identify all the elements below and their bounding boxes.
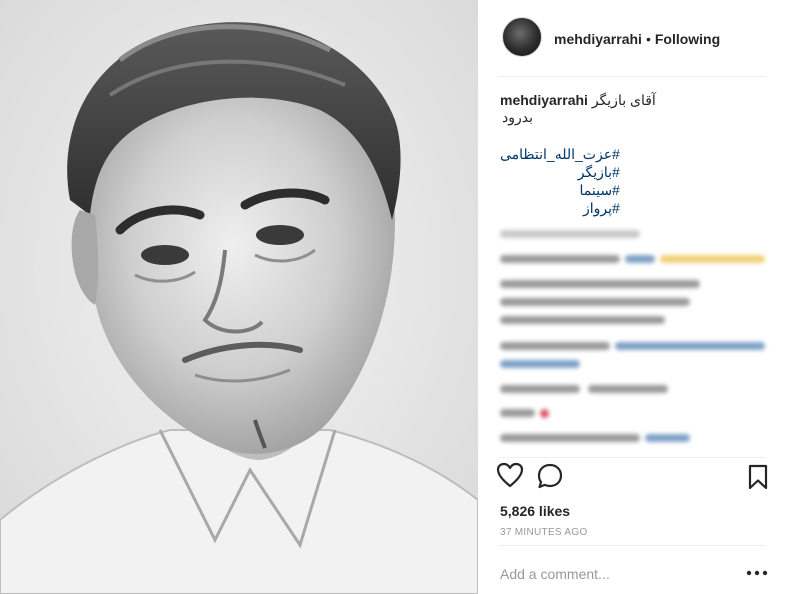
comment-blur	[500, 342, 610, 350]
caption-text-line1: آقای بازیگر	[591, 92, 656, 108]
separator-dot: •	[645, 31, 651, 47]
comment-blur	[500, 360, 580, 368]
post-sidebar: mehdiyarrahi • Following mehdiyarrahi آقای…	[478, 0, 793, 594]
comment-blur	[660, 255, 765, 263]
hashtag-link[interactable]: #پرواز	[500, 199, 620, 217]
bookmark-icon[interactable]	[747, 464, 769, 495]
post-timestamp[interactable]: 37 MINUTES AGO	[500, 527, 588, 538]
avatar[interactable]	[502, 17, 542, 57]
instagram-post: mehdiyarrahi • Following mehdiyarrahi آقای…	[0, 0, 793, 594]
likes-count[interactable]: 5,826 likes	[500, 503, 570, 519]
comment-blur	[500, 434, 640, 442]
speech-bubble-icon[interactable]	[536, 462, 564, 495]
hashtag-link[interactable]: #عزت_الله_انتظامی	[500, 145, 620, 163]
caption-username[interactable]: mehdiyarrahi	[500, 92, 588, 108]
comment-blur	[588, 385, 668, 393]
comment-blur	[500, 385, 580, 393]
comment-blur	[500, 316, 665, 324]
blurred-comments	[500, 222, 770, 454]
comment-blur	[500, 409, 535, 417]
add-comment-input[interactable]	[500, 566, 740, 582]
actions-divider	[498, 457, 766, 458]
comment-blur	[540, 409, 549, 418]
post-header: mehdiyarrahi • Following	[478, 0, 793, 77]
post-photo[interactable]	[0, 0, 478, 594]
caption-text-line2: بدرود	[502, 109, 534, 125]
comment-blur	[645, 434, 690, 442]
comment-blur	[500, 298, 690, 306]
caption: mehdiyarrahi آقای بازیگر	[500, 91, 770, 109]
comment-blur	[615, 342, 765, 350]
hashtag-link[interactable]: #سینما	[500, 181, 620, 199]
heart-outline-icon[interactable]	[496, 462, 524, 493]
comment-divider	[498, 545, 766, 546]
comment-blur	[500, 255, 620, 263]
header-text: mehdiyarrahi • Following	[554, 31, 720, 47]
username-link[interactable]: mehdiyarrahi	[554, 31, 642, 47]
post-actions	[496, 462, 774, 494]
header-divider	[498, 76, 766, 77]
comment-blur	[500, 230, 640, 238]
comment-blur	[625, 255, 655, 263]
following-button[interactable]: Following	[655, 31, 720, 47]
comment-blur	[500, 280, 700, 288]
hashtag-list: #عزت_الله_انتظامی #بازیگر #سینما #پرواز	[500, 145, 620, 217]
portrait-image	[0, 0, 478, 594]
hashtag-link[interactable]: #بازیگر	[500, 163, 620, 181]
more-dots-icon[interactable]	[746, 566, 768, 580]
